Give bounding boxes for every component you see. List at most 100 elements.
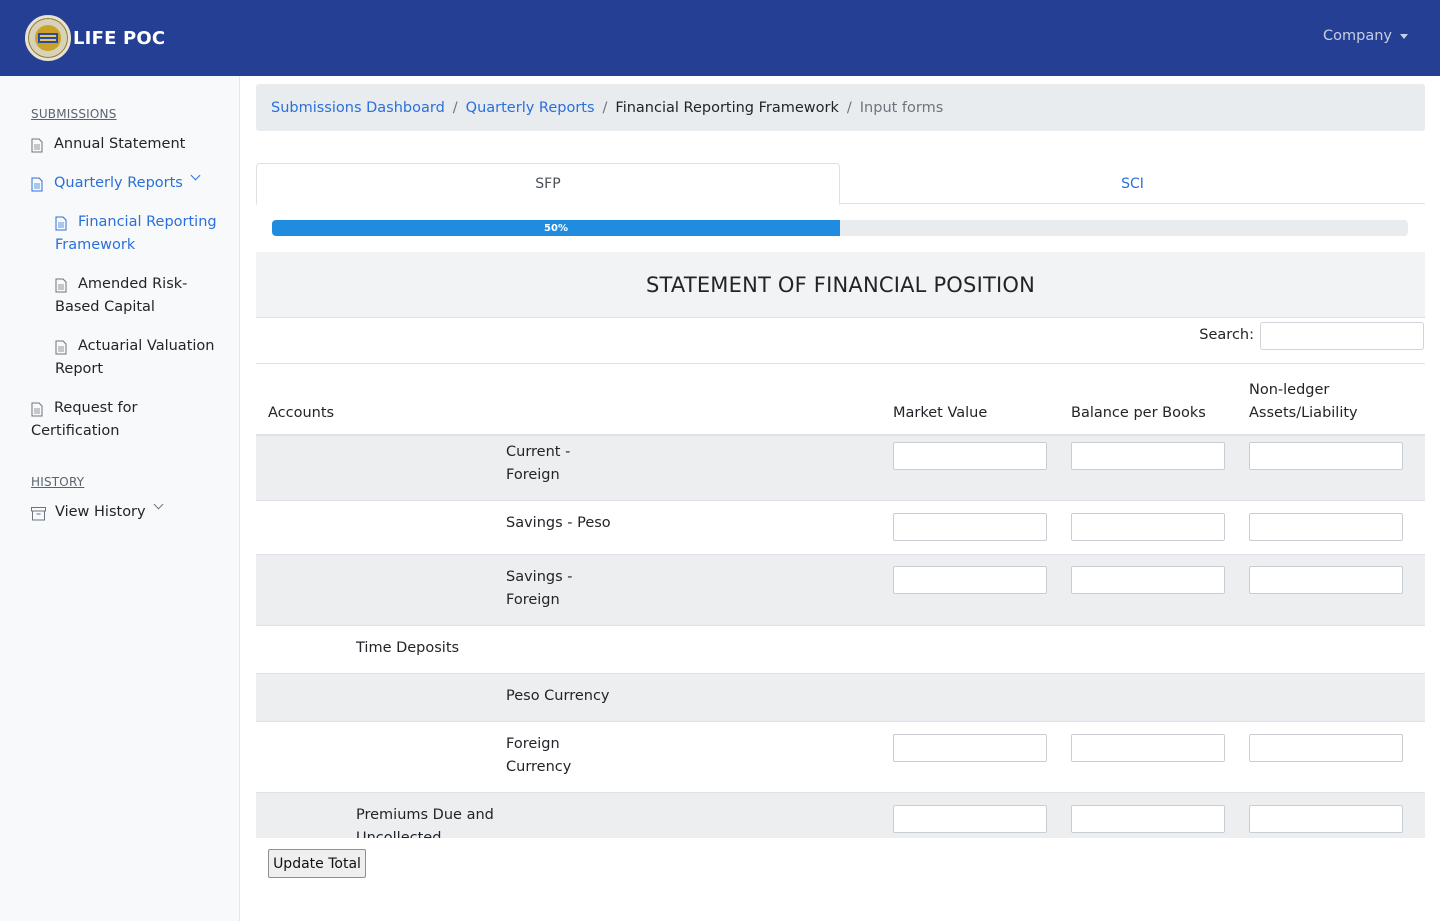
breadcrumb: Submissions Dashboard / Quarterly Report… — [256, 84, 1425, 131]
history-heading: HISTORY — [31, 475, 85, 489]
account-label-line2: Uncollected — [356, 830, 442, 838]
sidebar-item-annual-statement[interactable]: Annual Statement — [31, 133, 185, 156]
top-navbar: LIFE POC Company — [0, 0, 1440, 76]
brand[interactable]: LIFE POC — [25, 15, 165, 61]
sidebar-item-label: Actuarial Valuation — [78, 338, 215, 354]
balance-per-books-input[interactable] — [1071, 805, 1225, 833]
breadcrumb-separator: / — [452, 99, 458, 116]
account-label-line1: Savings - Peso — [506, 515, 611, 531]
breadcrumb-submissions-dashboard[interactable]: Submissions Dashboard — [271, 100, 445, 116]
sidebar: SUBMISSIONS Annual Statement Quarterly R… — [0, 76, 240, 921]
sidebar-item-label: View History — [55, 504, 146, 520]
tab-sci[interactable]: SCI — [840, 163, 1425, 204]
table-row: Time Deposits — [256, 626, 1425, 674]
table-row: Savings - Peso — [256, 501, 1425, 555]
breadcrumb-financial-reporting-framework: Financial Reporting Framework — [615, 99, 839, 116]
breadcrumb-input-forms: Input forms — [859, 99, 944, 116]
account-label-line1: Time Deposits — [356, 640, 460, 656]
sidebar-item-request-for-certification[interactable]: Request for Certification — [31, 397, 221, 443]
sidebar-item-text: Request for Certification — [31, 397, 137, 443]
non-ledger-input[interactable] — [1249, 442, 1403, 470]
table-header: Accounts Market Value Balance per Books … — [256, 365, 1425, 436]
account-label-line1: Savings - — [506, 569, 573, 585]
caret-down-icon — [1400, 33, 1408, 39]
form-tabs: SFP SCI — [256, 163, 1425, 205]
chevron-down-icon — [153, 499, 164, 510]
market-value-input[interactable] — [893, 442, 1047, 470]
account-label: Current - Foreign — [506, 441, 570, 487]
non-ledger-input[interactable] — [1249, 805, 1403, 833]
insurance-commission-seal-logo — [25, 15, 71, 61]
form-title: STATEMENT OF FINANCIAL POSITION — [256, 252, 1425, 318]
account-label: Time Deposits — [356, 637, 459, 660]
tab-sfp[interactable]: SFP — [256, 163, 840, 205]
sidebar-item-quarterly-reports[interactable]: Quarterly Reports — [31, 170, 201, 195]
account-label: Peso Currency — [506, 685, 610, 708]
search-input[interactable] — [1260, 322, 1424, 350]
search-row: Search: — [256, 318, 1425, 364]
sidebar-item-text: Amended Risk- Based Capital — [55, 273, 187, 319]
column-header-non-ledger-line1: Non-ledger — [1249, 382, 1330, 398]
sidebar-item-actuarial-valuation-report[interactable]: Actuarial Valuation Report — [55, 335, 225, 381]
document-icon — [31, 402, 43, 417]
sidebar-item-label-line2: Framework — [55, 237, 136, 253]
market-value-input[interactable] — [893, 513, 1047, 541]
non-ledger-input[interactable] — [1249, 734, 1403, 762]
account-label: Premiums Due and Uncollected — [356, 804, 494, 838]
market-value-input[interactable] — [893, 566, 1047, 594]
market-value-input[interactable] — [893, 734, 1047, 762]
account-label-line1: Premiums Due and — [356, 807, 494, 823]
column-header-accounts: Accounts — [268, 405, 335, 421]
column-header-non-ledger: Non-ledger Assets/Liability — [1249, 379, 1358, 425]
market-value-input[interactable] — [893, 805, 1047, 833]
document-icon — [55, 340, 67, 355]
sidebar-item-text: Financial Reporting Framework — [55, 211, 217, 257]
document-icon — [55, 278, 67, 293]
sidebar-item-view-history[interactable]: View History — [31, 499, 164, 524]
account-label: Savings - Foreign — [506, 566, 573, 612]
non-ledger-input[interactable] — [1249, 513, 1403, 541]
table-row: Premiums Due and Uncollected — [256, 793, 1425, 838]
account-label-line1: Foreign — [506, 736, 560, 752]
account-label-line1: Current - — [506, 444, 571, 460]
sidebar-item-financial-reporting-framework[interactable]: Financial Reporting Framework — [55, 211, 225, 257]
update-total-button[interactable]: Update Total — [268, 849, 366, 878]
sidebar-item-label-line2: Based Capital — [55, 299, 155, 315]
breadcrumb-separator: / — [602, 99, 608, 116]
account-label-line1: Peso Currency — [506, 688, 610, 704]
sidebar-item-text: Actuarial Valuation Report — [55, 335, 214, 381]
non-ledger-input[interactable] — [1249, 566, 1403, 594]
account-label-line2: Currency — [506, 759, 572, 775]
account-label: Foreign Currency — [506, 733, 571, 779]
sidebar-item-label: Financial Reporting — [78, 214, 217, 230]
company-dropdown-label: Company — [1323, 28, 1392, 44]
main-content: Submissions Dashboard / Quarterly Report… — [256, 84, 1425, 838]
balance-per-books-input[interactable] — [1071, 734, 1225, 762]
company-dropdown[interactable]: Company — [1323, 28, 1408, 44]
account-label: Savings - Peso — [506, 512, 611, 535]
table-row: Savings - Foreign — [256, 555, 1425, 626]
breadcrumb-quarterly-reports[interactable]: Quarterly Reports — [466, 100, 595, 116]
sidebar-item-label-line2: Report — [55, 361, 104, 377]
table-row: Peso Currency — [256, 674, 1425, 722]
column-header-market-value: Market Value — [893, 405, 988, 421]
sidebar-item-label-line2: Certification — [31, 423, 120, 439]
submissions-heading: SUBMISSIONS — [31, 107, 117, 121]
account-label-line2: Foreign — [506, 592, 560, 608]
chevron-down-icon — [190, 170, 201, 181]
column-header-non-ledger-line2: Assets/Liability — [1249, 405, 1358, 421]
sidebar-item-label: Amended Risk- — [78, 276, 188, 292]
archive-icon — [31, 507, 46, 521]
progress-bar: 50% — [272, 220, 840, 236]
column-header-balance-per-books: Balance per Books — [1071, 405, 1206, 421]
breadcrumb-separator: / — [846, 99, 852, 116]
document-icon — [55, 216, 67, 231]
balance-per-books-input[interactable] — [1071, 442, 1225, 470]
search-label: Search: — [1199, 327, 1254, 343]
document-icon — [31, 138, 43, 153]
sidebar-item-amended-risk-based-capital[interactable]: Amended Risk- Based Capital — [55, 273, 225, 319]
document-icon — [31, 177, 43, 192]
brand-name: LIFE POC — [73, 27, 166, 49]
balance-per-books-input[interactable] — [1071, 566, 1225, 594]
balance-per-books-input[interactable] — [1071, 513, 1225, 541]
